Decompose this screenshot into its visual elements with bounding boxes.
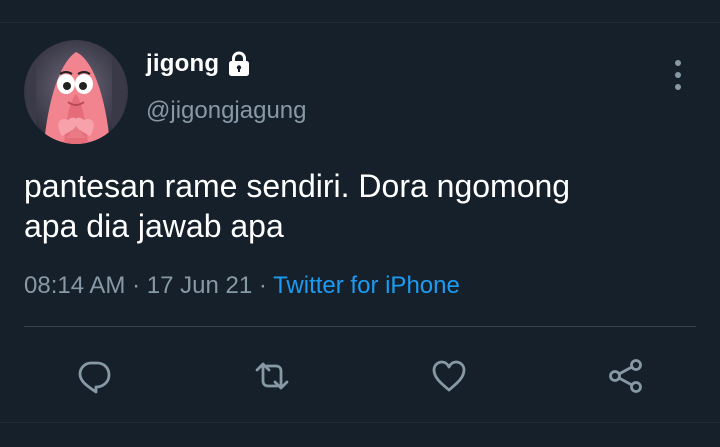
- heart-icon: [432, 360, 466, 392]
- author-handle[interactable]: @jigongjagung: [146, 97, 307, 125]
- tweet-text: pantesan rame sendiri. Dora ngomong apa …: [24, 168, 571, 244]
- reply-button[interactable]: [72, 352, 116, 400]
- top-bar-divider: [0, 0, 720, 23]
- tweet-date: 17 Jun 21: [146, 272, 253, 299]
- tweet-time: 08:14 AM: [24, 272, 126, 299]
- bottom-divider: [0, 422, 720, 423]
- avatar[interactable]: [24, 40, 128, 144]
- display-name: jigong: [146, 50, 220, 77]
- retweet-button[interactable]: [250, 352, 294, 400]
- meta-separator: ·: [132, 272, 141, 299]
- lock-icon: [229, 51, 250, 76]
- retweet-icon: [255, 362, 289, 390]
- author-name-row[interactable]: jigong: [146, 50, 251, 78]
- like-button[interactable]: [427, 352, 471, 400]
- patrick-star-avatar-image: [24, 40, 128, 144]
- meta-divider: [24, 326, 696, 327]
- tweet-meta: 08:14 AM · 17 Jun 21 · Twitter for iPhon…: [24, 272, 460, 300]
- share-icon: [609, 359, 642, 393]
- tweet-detail-screen: jigong @jigongjagung pantesan rame sendi…: [0, 0, 720, 447]
- tweet-source-link[interactable]: Twitter for iPhone: [273, 272, 460, 299]
- more-options-icon[interactable]: [666, 58, 690, 92]
- reply-icon: [78, 361, 111, 394]
- share-button[interactable]: [604, 352, 648, 400]
- tweet-actions-bar: [0, 352, 720, 400]
- meta-separator: ·: [258, 272, 267, 299]
